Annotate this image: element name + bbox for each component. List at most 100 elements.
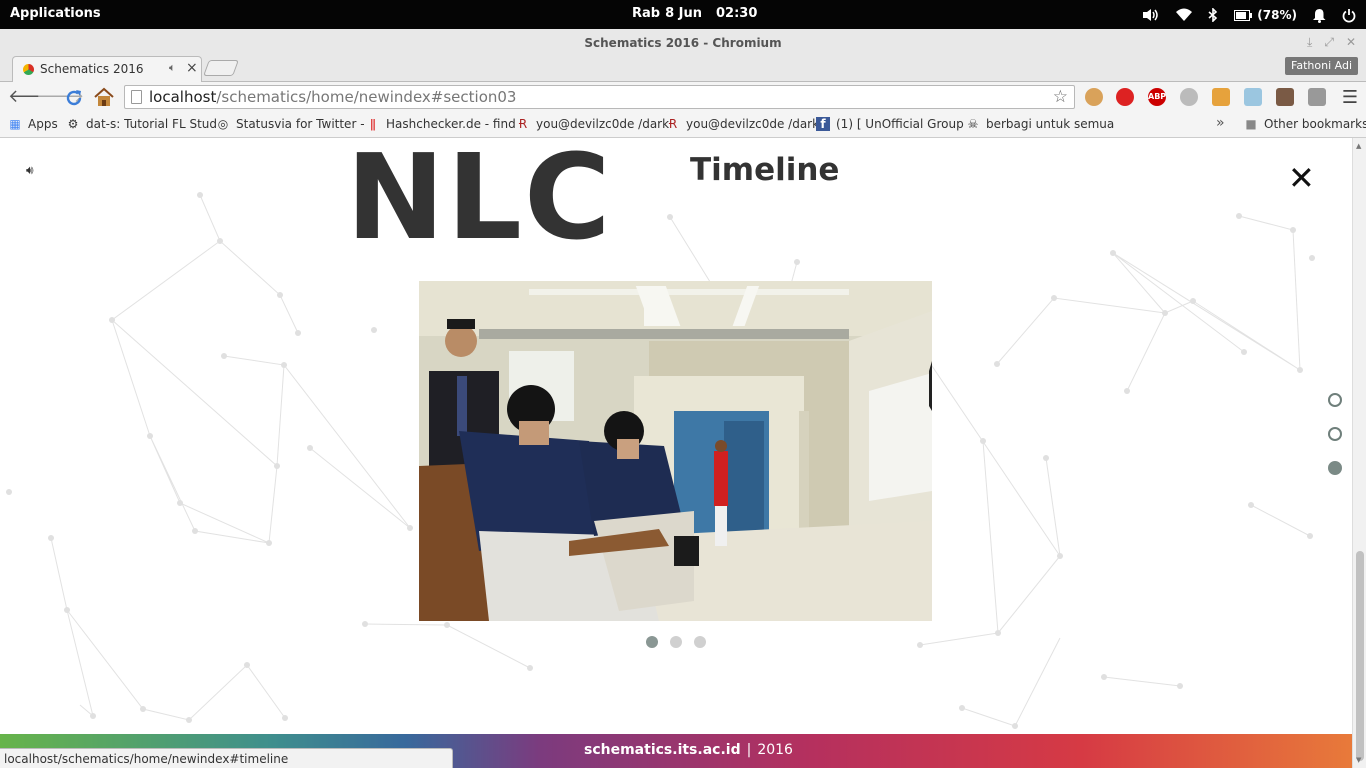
applications-menu[interactable]: Applications [10, 6, 101, 21]
bookmark-facebook-group[interactable]: f (1) [ UnOfficial Group [816, 117, 964, 131]
bookmarks-bar: ▦ Apps ⚙︎ dat-s: Tutorial FL Stud ◎ Statusv… [0, 112, 1366, 138]
grey-extension-icon[interactable] [1180, 88, 1198, 106]
section-nav-dot-1[interactable] [1328, 393, 1342, 407]
bookmark-berbagi[interactable]: ☠︎ berbagi untuk semua [966, 117, 1115, 131]
ublock-extension-icon[interactable] [1116, 88, 1134, 106]
weather-extension-icon[interactable] [1244, 88, 1262, 106]
facebook-icon: f [816, 117, 830, 131]
bookmark-label: you@devilzc0de /dark [536, 117, 670, 131]
window-controls: ⤓ ⤢ ✕ [1307, 35, 1356, 50]
volume-icon[interactable] [1142, 8, 1160, 22]
bookmark-label: (1) [ UnOfficial Group [836, 117, 964, 131]
section-title: Timeline [690, 152, 840, 188]
url-host: localhost [149, 88, 217, 106]
dat-s-icon: ⚙︎ [67, 117, 79, 131]
power-icon[interactable] [1342, 8, 1356, 23]
window-title-bar: Schematics 2016 - Chromium ⤓ ⤢ ✕ [0, 29, 1366, 56]
home-icon[interactable] [93, 87, 115, 107]
link-status-bubble: localhost/schematics/home/newindex#timel… [0, 748, 453, 768]
pirate-icon: ☠︎ [967, 117, 979, 131]
screen: Applications Rab 8 Jun 02:30 (78%) Schemat… [0, 0, 1366, 768]
scroll-up-arrow-icon[interactable]: ▲ [1356, 142, 1361, 150]
address-bar[interactable]: localhost/schematics/home/newindex#secti… [124, 85, 1075, 109]
maximize-icon[interactable]: ⤢ [1324, 35, 1334, 50]
scroll-down-arrow-icon[interactable]: ▼ [1356, 756, 1361, 764]
devilzc0de-icon: Ɍ [518, 117, 528, 131]
footer-site-link[interactable]: schematics.its.ac.id [584, 742, 741, 758]
rss-extension-icon[interactable] [1212, 88, 1230, 106]
apps-grid-icon: ▦ [9, 117, 21, 131]
bookmark-hashchecker[interactable]: ǁ Hashchecker.de - find [366, 117, 516, 131]
carousel-dot-2[interactable] [670, 636, 682, 648]
clock[interactable]: Rab 8 Jun 02:30 [632, 6, 757, 21]
footer-separator: | [746, 742, 752, 758]
adblock-plus-extension-icon[interactable]: ABP [1148, 88, 1166, 106]
carousel-indicators [646, 636, 706, 648]
url-text: localhost/schematics/home/newindex#secti… [149, 88, 516, 106]
page-scrollbar[interactable]: ▲ ▼ [1352, 138, 1366, 768]
bluetooth-icon[interactable] [1208, 8, 1218, 22]
clock-date: 8 Jun [665, 6, 703, 21]
scrollbar-thumb[interactable] [1356, 551, 1364, 761]
chrome-favicon-icon [23, 64, 34, 75]
section-nav-dot-2[interactable] [1328, 427, 1342, 441]
footer-text: schematics.its.ac.id | 2016 [584, 742, 793, 758]
other-bookmarks[interactable]: ■ Other bookmarks [1244, 117, 1366, 131]
tab-label: Schematics 2016 [40, 62, 144, 76]
battery-indicator[interactable]: (78%) [1234, 8, 1297, 22]
folder-icon: ■ [1245, 117, 1257, 131]
tab-close-icon[interactable]: × [186, 60, 198, 76]
statusvia-icon: ◎ [217, 117, 229, 131]
carousel-dot-3[interactable] [694, 636, 706, 648]
clock-day: Rab [632, 6, 661, 21]
window-title: Schematics 2016 - Chromium [584, 36, 782, 50]
bookmark-label: Apps [28, 117, 58, 131]
chrome-menu-icon[interactable]: ☰ [1342, 87, 1358, 108]
bookmark-star-icon[interactable]: ☆ [1053, 87, 1068, 107]
bookmark-apps[interactable]: ▦ Apps [8, 117, 58, 131]
bookmark-label: you@devilzc0de /dark [686, 117, 820, 131]
tab-strip: Schematics 2016 🔈︎ × Fathoni Adi [0, 56, 1366, 82]
battery-percent: (78%) [1257, 8, 1297, 22]
sound-toggle-icon[interactable]: 🔊︎ [26, 163, 34, 178]
md-extension-icon[interactable] [1308, 88, 1326, 106]
url-path: /schematics/home/newindex#section03 [216, 88, 517, 106]
bookmark-dat-s[interactable]: ⚙︎ dat-s: Tutorial FL Stud [66, 117, 217, 131]
system-tray: (78%) [1142, 4, 1356, 26]
bookmark-devilzc0de-2[interactable]: Ɍyou@devilzc0de /dark [666, 117, 819, 131]
event-title: NLC [346, 138, 613, 266]
section-nav-dot-3[interactable] [1328, 461, 1342, 475]
bookmark-label: Other bookmarks [1264, 117, 1366, 131]
footer-year: 2016 [757, 742, 793, 758]
tab-audio-icon[interactable]: 🔈︎ [169, 61, 176, 75]
reload-icon[interactable] [64, 88, 84, 108]
new-tab-button[interactable] [203, 60, 239, 76]
bookmarks-overflow-chevron-icon[interactable]: » [1216, 115, 1225, 131]
notification-bell-icon[interactable] [1313, 8, 1326, 23]
clock-time: 02:30 [716, 6, 758, 21]
carousel-dot-1[interactable] [646, 636, 658, 648]
event-photo [419, 281, 932, 621]
system-top-bar: Applications Rab 8 Jun 02:30 (78%) [0, 0, 1366, 29]
wifi-icon[interactable] [1176, 8, 1193, 22]
instagram-extension-icon[interactable] [1276, 88, 1294, 106]
section-navigation [1328, 393, 1342, 475]
hashchecker-icon: ǁ [370, 117, 376, 131]
browser-toolbar: 🡐 🡒 localhost/schematics/home/newindex#s… [0, 82, 1366, 112]
battery-icon [1234, 9, 1253, 21]
bookmark-label: berbagi untuk semua [986, 117, 1115, 131]
profile-button[interactable]: Fathoni Adi [1285, 57, 1358, 75]
close-icon[interactable]: ✕ [1288, 162, 1315, 194]
cookie-extension-icon[interactable] [1085, 88, 1103, 106]
devilzc0de-icon: Ɍ [668, 117, 678, 131]
bookmark-statusvia[interactable]: ◎ Statusvia for Twitter - [216, 117, 365, 131]
bookmark-devilzc0de-1[interactable]: Ɍyou@devilzc0de /dark [516, 117, 669, 131]
bookmark-label: Statusvia for Twitter - [236, 117, 365, 131]
page-icon [131, 90, 142, 104]
page-content: 🔊︎ NLC Timeline ✕ [0, 138, 1352, 768]
tab-schematics[interactable]: Schematics 2016 🔈︎ × [12, 56, 202, 82]
minimize-icon[interactable]: ⤓ [1307, 35, 1312, 50]
bookmark-label: dat-s: Tutorial FL Stud [86, 117, 217, 131]
bookmark-label: Hashchecker.de - find [386, 117, 516, 131]
close-window-icon[interactable]: ✕ [1346, 35, 1356, 50]
